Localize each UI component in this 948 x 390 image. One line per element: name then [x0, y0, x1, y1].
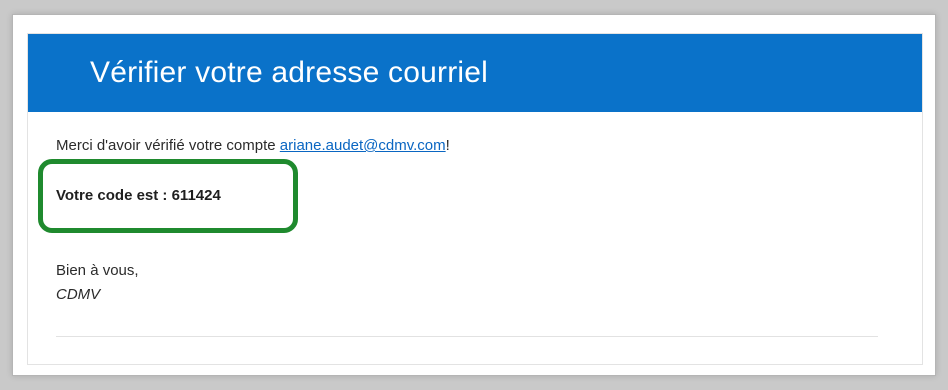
- verification-code-line: Votre code est : 611424: [56, 187, 221, 204]
- closing-regards: Bien à vous,: [56, 262, 139, 279]
- thanks-prefix: Merci d'avoir vérifié votre compte: [56, 137, 280, 154]
- screenshot-frame: Vérifier votre adresse courriel Merci d'…: [12, 14, 936, 376]
- footer-divider: [56, 336, 878, 337]
- email-header-banner: Vérifier votre adresse courriel: [28, 34, 922, 112]
- email-header-title: Vérifier votre adresse courriel: [90, 56, 489, 89]
- email-message: Vérifier votre adresse courriel Merci d'…: [27, 33, 923, 365]
- email-address-link[interactable]: ariane.audet@cdmv.com: [280, 137, 446, 154]
- thanks-suffix: !: [445, 137, 450, 154]
- thanks-line: Merci d'avoir vérifié votre compte arian…: [56, 137, 450, 154]
- signature: CDMV: [56, 286, 101, 303]
